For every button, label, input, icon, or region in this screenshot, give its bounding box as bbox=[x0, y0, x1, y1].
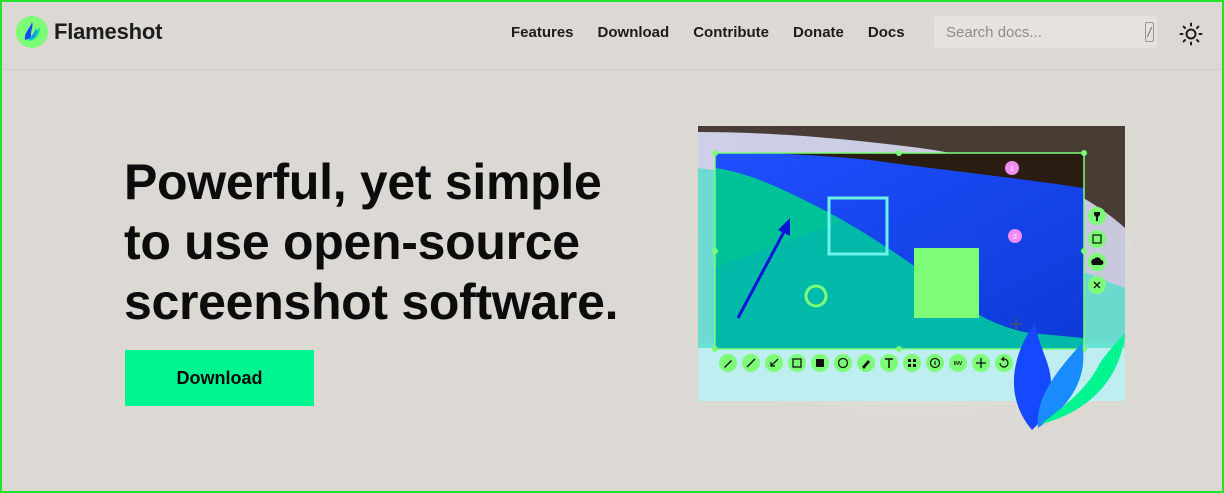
counter-marker-label: 2 bbox=[1013, 234, 1017, 241]
circle-icon[interactable] bbox=[834, 354, 852, 372]
nav-link-donate[interactable]: Donate bbox=[793, 23, 844, 42]
app-launcher-icon[interactable] bbox=[1088, 230, 1106, 248]
undo-icon[interactable] bbox=[995, 354, 1013, 372]
flameshot-logo-icon bbox=[16, 16, 48, 48]
hero-title-line: Powerful, yet simple bbox=[124, 154, 602, 210]
hero-title-line: screenshot software. bbox=[124, 274, 619, 330]
hero-title: Powerful, yet simple to use open-source … bbox=[124, 152, 684, 332]
search-box: / bbox=[934, 16, 1157, 48]
brand-name: Flameshot bbox=[54, 19, 163, 44]
hero-title-line: to use open-source bbox=[124, 214, 580, 270]
nav-link-contribute[interactable]: Contribute bbox=[693, 23, 769, 42]
nav-link-docs[interactable]: Docs bbox=[868, 23, 905, 42]
sun-icon[interactable] bbox=[1179, 22, 1203, 46]
drawn-filled-rectangle bbox=[914, 248, 979, 318]
counter-marker-label: 1 bbox=[1010, 166, 1014, 173]
search-shortcut-key: / bbox=[1145, 22, 1155, 42]
rectangle-icon[interactable] bbox=[788, 354, 806, 372]
invert-icon-label: INV bbox=[954, 361, 963, 367]
brand-link[interactable]: Flameshot bbox=[16, 16, 162, 48]
nav-links: Features Download Contribute Donate Docs bbox=[511, 23, 905, 42]
nav-link-download[interactable]: Download bbox=[598, 23, 670, 42]
navbar: Flameshot Features Download Contribute D… bbox=[0, 0, 1224, 70]
pixelate-icon[interactable] bbox=[903, 354, 921, 372]
flameshot-screenshot-mockup: 1 2 INV bbox=[698, 126, 1125, 430]
download-button[interactable]: Download bbox=[125, 350, 314, 406]
nav-link-features[interactable]: Features bbox=[511, 23, 574, 42]
hero-illustration: 1 2 INV bbox=[680, 108, 1150, 448]
search-input[interactable] bbox=[934, 23, 1145, 41]
